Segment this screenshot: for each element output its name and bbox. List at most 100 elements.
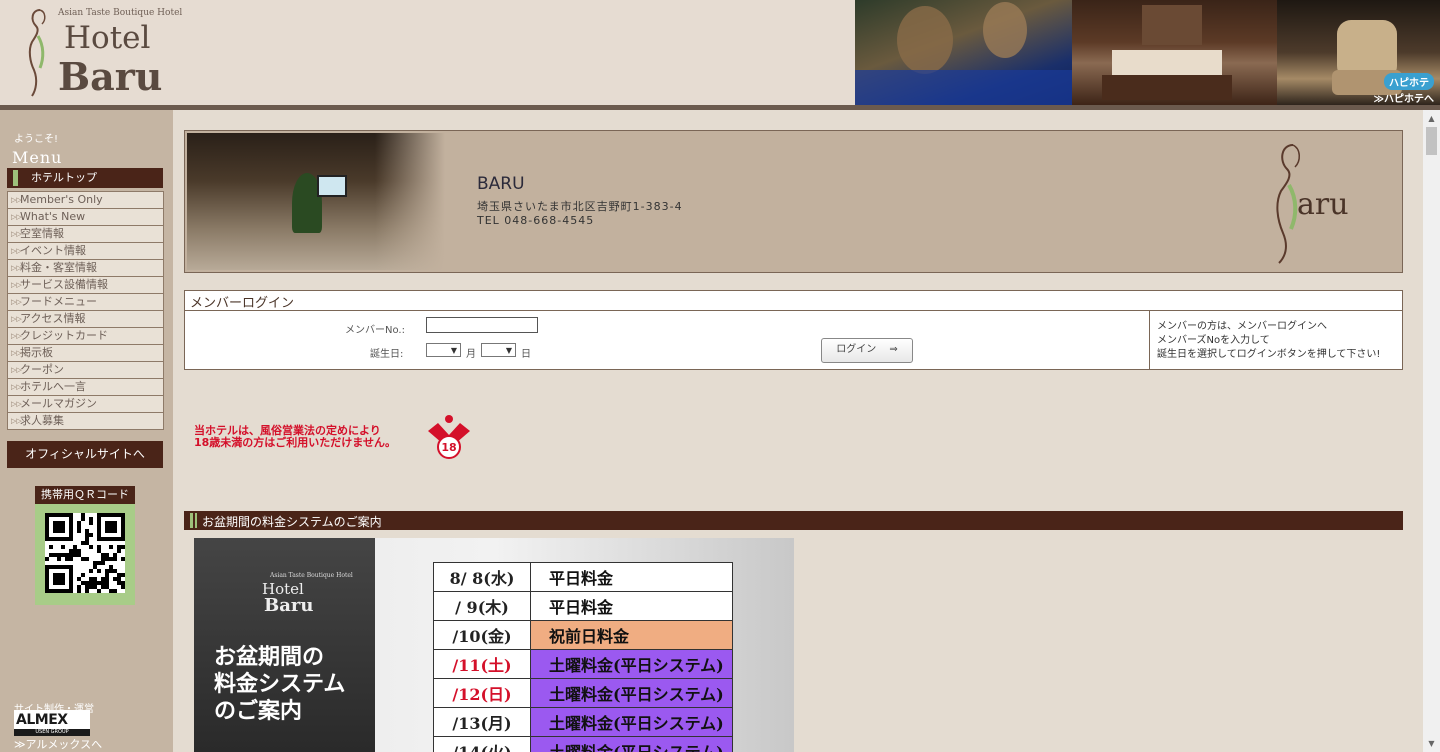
sidebar-menu-item-label: イベント情報 bbox=[20, 244, 86, 257]
sidebar-menu-item-label: Member's Only bbox=[20, 193, 103, 206]
sidebar-menu-item[interactable]: ▷▷ イベント情報 bbox=[8, 243, 163, 260]
campaign-title-line: のご案内 bbox=[214, 698, 303, 724]
pricing-date: /12(日) bbox=[433, 678, 531, 708]
menu-arrow-icon: ▷▷ bbox=[11, 196, 22, 204]
sidebar-menu-item[interactable]: ▷▷ Member's Only bbox=[8, 192, 163, 209]
almex-link[interactable]: ≫アルメックスへ bbox=[14, 736, 102, 752]
sidebar-menu-item-label: ホテルへ一言 bbox=[20, 380, 86, 393]
menu-arrow-icon: ▷▷ bbox=[11, 213, 22, 221]
statue-image bbox=[855, 2, 1072, 105]
sidebar-menu-item-label: What's New bbox=[20, 210, 86, 223]
qr-code-graphic bbox=[45, 513, 125, 593]
sidebar-menu-item[interactable]: ▷▷ 料金・客室情報 bbox=[8, 260, 163, 277]
sidebar-menu-item[interactable]: ▷▷ フードメニュー bbox=[8, 294, 163, 311]
hotel-address: 埼玉県さいたま市北区吉野町1-383-4 bbox=[477, 200, 683, 213]
pricing-date: /10(金) bbox=[433, 620, 531, 650]
pricing-row: /10(金) 祝前日料金 bbox=[433, 620, 733, 650]
pricing-row: 8/ 8(水) 平日料金 bbox=[433, 562, 733, 592]
login-title: メンバーログイン bbox=[190, 296, 295, 311]
birth-day-select[interactable]: ▼ bbox=[481, 343, 516, 357]
sidebar-menu-item[interactable]: ▷▷ What's New bbox=[8, 209, 163, 226]
pricing-row: /12(日) 土曜料金(平日システム) bbox=[433, 678, 733, 708]
campaign-title-line: お盆期間の bbox=[214, 644, 325, 670]
menu-arrow-icon: ▷▷ bbox=[11, 230, 22, 238]
qr-code-icon bbox=[45, 513, 125, 593]
qr-frame bbox=[35, 504, 135, 605]
logo-word-hotel: Hotel bbox=[64, 20, 151, 56]
happy-hotel-link[interactable]: ハピホテ ≫ハピホテへ bbox=[1374, 73, 1434, 105]
accent-bar bbox=[190, 513, 193, 528]
sidebar-menu-item[interactable]: ▷▷ クレジットカード bbox=[8, 328, 163, 345]
pricing-rate: 土曜料金(平日システム) bbox=[530, 678, 733, 708]
login-note-line: メンバーの方は、メンバーログインへ bbox=[1157, 321, 1327, 332]
photo-fade bbox=[375, 133, 445, 270]
sidebar-menu-item[interactable]: ▷▷ クーポン bbox=[8, 362, 163, 379]
age-restriction-notice: 当ホテルは、風俗営業法の定めにより 18歳未満の方はご利用いただけません。 bbox=[194, 425, 396, 449]
qr-label: 携帯用ＱＲコード bbox=[35, 486, 135, 504]
bedroom-image bbox=[1102, 5, 1232, 100]
scroll-thumb[interactable] bbox=[1426, 127, 1437, 155]
scroll-up-arrow-icon[interactable]: ▲ bbox=[1423, 110, 1440, 127]
sidebar-menu-item-label: アクセス情報 bbox=[20, 312, 86, 325]
birthday-label: 誕生日: bbox=[370, 349, 404, 360]
menu-arrow-icon: ▷▷ bbox=[11, 383, 22, 391]
sidebar-menu-item-label: フードメニュー bbox=[20, 295, 97, 308]
age-badge-text: 18 bbox=[441, 441, 456, 454]
hotel-baru-logo[interactable]: Asian Taste Boutique Hotel Hotel Baru bbox=[22, 6, 182, 99]
menu-hotel-top-link[interactable]: ホテルトップ bbox=[7, 168, 163, 188]
menu-hotel-top-label: ホテルトップ bbox=[31, 171, 97, 184]
login-button[interactable]: ログイン ⇒ bbox=[821, 338, 913, 363]
day-unit: 日 bbox=[521, 349, 531, 360]
chevron-down-icon: ▼ bbox=[450, 346, 457, 355]
menu-arrow-icon: ▷▷ bbox=[11, 264, 22, 272]
pricing-schedule-table: 8/ 8(水) 平日料金/ 9(木) 平日料金/10(金) 祝前日料金/11(土) 土曜… bbox=[433, 562, 733, 752]
login-note-line: メンバーズNoを入力して bbox=[1157, 335, 1270, 346]
sidebar-menu-item-label: クーポン bbox=[20, 363, 64, 376]
menu-title: Menu bbox=[12, 148, 63, 167]
sidebar-menu-item[interactable]: ▷▷ 求人募集 bbox=[8, 413, 163, 429]
obon-pricing-image: Asian Taste Boutique Hotel Hotel Baru お盆… bbox=[194, 538, 794, 752]
member-no-label: メンバーNo.: bbox=[345, 325, 405, 336]
logo-word-baru: Baru bbox=[58, 54, 163, 99]
campaign-logo-baru: Baru bbox=[264, 595, 314, 616]
chevron-down-icon: ▼ bbox=[505, 346, 512, 355]
site-header: Asian Taste Boutique Hotel Hotel Baru ハピ… bbox=[0, 0, 1440, 105]
sidebar-menu-item[interactable]: ▷▷ メールマガジン bbox=[8, 396, 163, 413]
lobby-photo bbox=[187, 133, 445, 270]
sidebar-menu-item-label: 料金・客室情報 bbox=[20, 261, 97, 274]
accent-bar bbox=[13, 170, 18, 186]
header-photo-massage-chair: ハピホテ ≫ハピホテへ bbox=[1277, 0, 1440, 105]
member-login-panel: メンバーログイン メンバーNo.: 誕生日: ▼ 月 ▼ 日 ログイン ⇒ メン… bbox=[184, 290, 1403, 370]
pricing-rate: 土曜料金(平日システム) bbox=[530, 736, 733, 752]
pricing-rate: 土曜料金(平日システム) bbox=[530, 649, 733, 679]
sidebar: ようこそ! Menu ホテルトップ ▷▷ Member's Only ▷▷ What'… bbox=[0, 110, 173, 752]
sidebar-menu-item-label: メールマガジン bbox=[20, 397, 97, 410]
pricing-date: / 9(木) bbox=[433, 591, 531, 621]
sidebar-menu-item-label: クレジットカード bbox=[20, 329, 108, 342]
login-instructions: メンバーの方は、メンバーログインへ メンバーズNoを入力して 誕生日を選択してロ… bbox=[1157, 320, 1397, 362]
almex-logo[interactable]: ALMEX USEN GROUP bbox=[14, 710, 90, 736]
under-18-prohibited-icon: 18 bbox=[424, 413, 474, 463]
scroll-down-arrow-icon[interactable]: ▼ bbox=[1423, 735, 1440, 752]
sidebar-menu-item-label: 求人募集 bbox=[20, 414, 64, 427]
menu-arrow-icon: ▷▷ bbox=[11, 349, 22, 357]
menu-arrow-icon: ▷▷ bbox=[11, 400, 22, 408]
campaign-image-title: お盆期間の 料金システム のご案内 bbox=[214, 644, 345, 725]
sidebar-menu-item[interactable]: ▷▷ 掲示板 bbox=[8, 345, 163, 362]
sidebar-menu-item[interactable]: ▷▷ サービス設備情報 bbox=[8, 277, 163, 294]
sidebar-menu-item[interactable]: ▷▷ アクセス情報 bbox=[8, 311, 163, 328]
sidebar-menu-item[interactable]: ▷▷ 空室情報 bbox=[8, 226, 163, 243]
menu-arrow-icon: ▷▷ bbox=[11, 281, 22, 289]
official-site-button[interactable]: オフィシャルサイトへ bbox=[7, 441, 163, 468]
menu-arrow-icon: ▷▷ bbox=[11, 298, 22, 306]
birth-month-select[interactable]: ▼ bbox=[426, 343, 461, 357]
menu-arrow-icon: ▷▷ bbox=[11, 332, 22, 340]
pricing-rate: 祝前日料金 bbox=[530, 620, 733, 650]
header-divider bbox=[0, 105, 1440, 110]
member-no-input[interactable] bbox=[426, 317, 538, 333]
page-scrollbar[interactable]: ▲ ▼ bbox=[1423, 110, 1440, 752]
header-photo-bedroom bbox=[1072, 0, 1277, 105]
sidebar-menu-item[interactable]: ▷▷ ホテルへ一言 bbox=[8, 379, 163, 396]
login-button-label: ログイン bbox=[836, 344, 877, 355]
menu-arrow-icon: ▷▷ bbox=[11, 366, 22, 374]
